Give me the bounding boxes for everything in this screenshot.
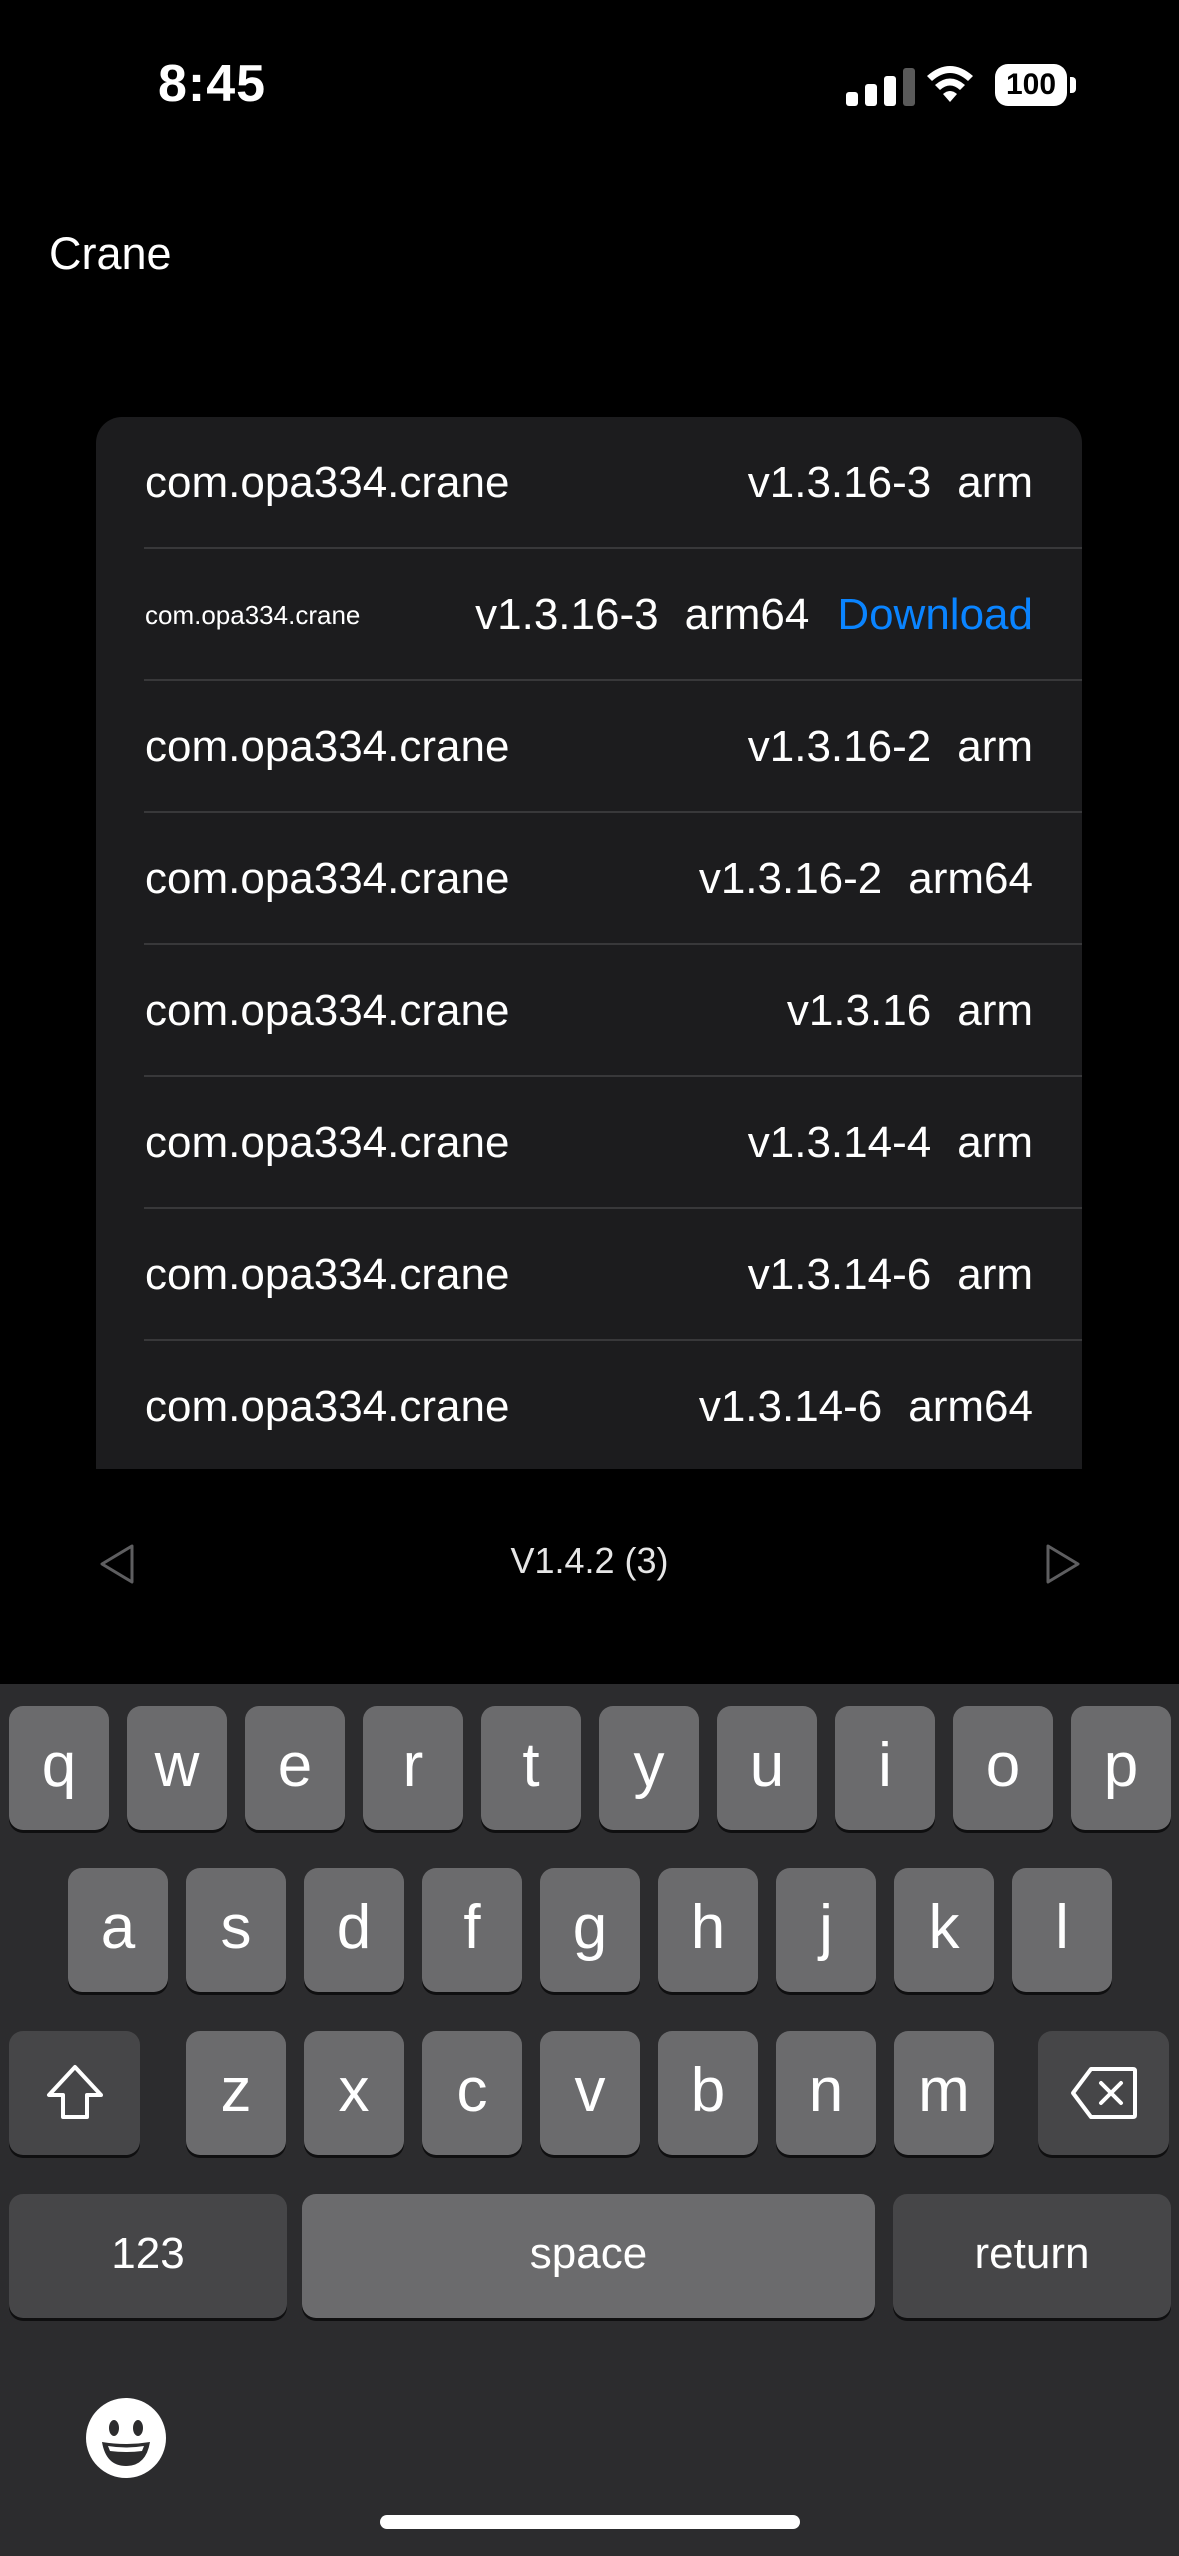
page-label: V1.4.2 (3): [510, 1540, 669, 1581]
package-row[interactable]: com.opa334.crane v1.3.14-4 arm: [96, 1077, 1082, 1209]
package-version: v1.3.14-6: [747, 1250, 932, 1299]
package-id: com.opa334.crane: [145, 854, 510, 903]
shift-key[interactable]: [9, 2031, 140, 2155]
key-p[interactable]: p: [1071, 1706, 1171, 1830]
key-a[interactable]: a: [68, 1868, 168, 1992]
key-t[interactable]: t: [481, 1706, 581, 1830]
delete-key[interactable]: [1038, 2031, 1169, 2155]
home-indicator: [380, 2515, 800, 2529]
status-time: 8:45: [158, 55, 267, 113]
package-id: com.opa334.crane: [145, 600, 361, 630]
package-version: v1.3.16-2: [747, 722, 932, 771]
key-w[interactable]: w: [127, 1706, 227, 1830]
app-title: Crane: [49, 228, 172, 279]
space-key[interactable]: space: [302, 2194, 875, 2318]
download-button[interactable]: Download: [837, 590, 1033, 639]
key-k[interactable]: k: [894, 1868, 994, 1992]
package-version: v1.3.16-3: [475, 590, 659, 639]
key-b[interactable]: b: [658, 2031, 758, 2155]
package-row[interactable]: com.opa334.crane v1.3.16-3 arm64 Download: [96, 549, 1082, 681]
package-arch: arm: [957, 986, 1033, 1035]
package-arch: arm: [957, 1250, 1033, 1299]
package-arch: arm: [957, 458, 1033, 507]
package-row[interactable]: com.opa334.crane v1.3.16-2 arm: [96, 681, 1082, 813]
package-id: com.opa334.crane: [145, 1250, 510, 1299]
key-u[interactable]: u: [717, 1706, 817, 1830]
key-h[interactable]: h: [658, 1868, 758, 1992]
status-bar: 8:45 100: [0, 0, 1179, 180]
numbers-key[interactable]: 123: [9, 2194, 287, 2318]
key-j[interactable]: j: [776, 1868, 876, 1992]
pager: V1.4.2 (3): [0, 1520, 1179, 1610]
return-key[interactable]: return: [893, 2194, 1171, 2318]
cellular-signal-icon: [846, 66, 915, 106]
package-id: com.opa334.crane: [145, 1118, 510, 1167]
package-list[interactable]: com.opa334.crane v1.3.16-3 arm com.opa334.c…: [96, 417, 1082, 1469]
package-id: com.opa334.crane: [145, 458, 510, 507]
key-c[interactable]: c: [422, 2031, 522, 2155]
package-id: com.opa334.crane: [145, 986, 510, 1035]
package-arch: arm: [957, 1118, 1033, 1167]
package-id: com.opa334.crane: [145, 722, 510, 771]
package-version: v1.3.16: [786, 986, 932, 1035]
package-row[interactable]: com.opa334.crane v1.3.14-6 arm: [96, 1209, 1082, 1341]
wifi-icon: [927, 66, 973, 102]
keyboard: 123 space return qwertyuiop asdfghjkl zxcv…: [0, 1684, 1179, 2556]
package-row[interactable]: com.opa334.crane v1.3.14-6 arm64: [96, 1341, 1082, 1469]
key-z[interactable]: z: [186, 2031, 286, 2155]
key-s[interactable]: s: [186, 1868, 286, 1992]
emoji-face-icon[interactable]: [84, 2396, 168, 2480]
battery-level: 100: [995, 64, 1067, 106]
key-e[interactable]: e: [245, 1706, 345, 1830]
key-l[interactable]: l: [1012, 1868, 1112, 1992]
package-arch: arm64: [684, 590, 810, 639]
key-g[interactable]: g: [540, 1868, 640, 1992]
key-v[interactable]: v: [540, 2031, 640, 2155]
package-row[interactable]: com.opa334.crane v1.3.16 arm: [96, 945, 1082, 1077]
key-y[interactable]: y: [599, 1706, 699, 1830]
package-version: v1.3.16-3: [747, 458, 932, 507]
package-id: com.opa334.crane: [145, 1382, 510, 1431]
package-arch: arm: [957, 722, 1033, 771]
key-n[interactable]: n: [776, 2031, 876, 2155]
shift-arrow-icon: [46, 2065, 103, 2119]
key-q[interactable]: q: [9, 1706, 109, 1830]
key-d[interactable]: d: [304, 1868, 404, 1992]
package-version: v1.3.14-4: [747, 1118, 932, 1167]
next-page-icon[interactable]: [1040, 1542, 1084, 1586]
package-arch: arm64: [908, 854, 1033, 903]
package-version: v1.3.16-2: [698, 854, 883, 903]
key-x[interactable]: x: [304, 2031, 404, 2155]
key-o[interactable]: o: [953, 1706, 1053, 1830]
package-arch: arm64: [908, 1382, 1033, 1431]
key-m[interactable]: m: [894, 2031, 994, 2155]
package-version: v1.3.14-6: [698, 1382, 883, 1431]
package-row[interactable]: com.opa334.crane v1.3.16-3 arm: [96, 417, 1082, 549]
delete-backspace-icon: [1070, 2067, 1137, 2119]
key-r[interactable]: r: [363, 1706, 463, 1830]
key-i[interactable]: i: [835, 1706, 935, 1830]
key-f[interactable]: f: [422, 1868, 522, 1992]
package-row[interactable]: com.opa334.crane v1.3.16-2 arm64: [96, 813, 1082, 945]
battery-icon: 100: [995, 64, 1077, 108]
